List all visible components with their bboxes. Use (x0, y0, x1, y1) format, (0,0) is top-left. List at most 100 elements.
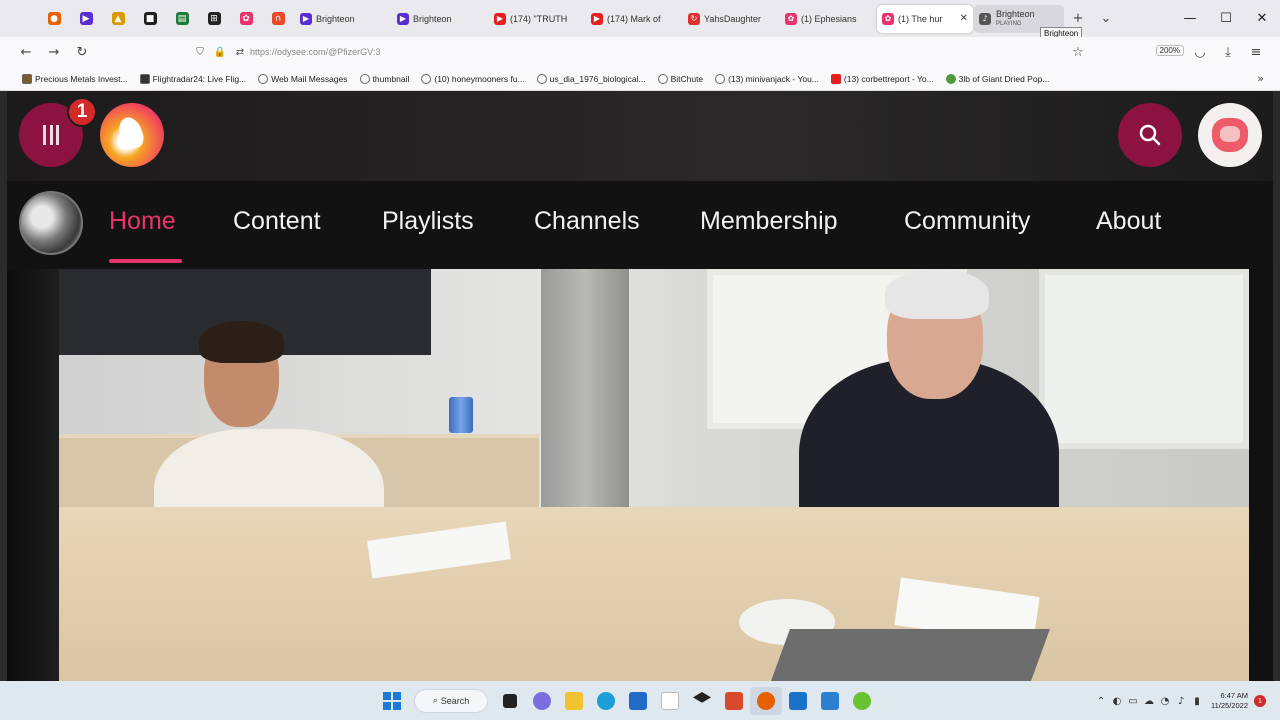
bookmark-item[interactable]: Precious Metals Invest... (22, 73, 128, 84)
odysee-logo[interactable] (100, 103, 164, 167)
tray-app-icon[interactable]: ◐ (1109, 696, 1125, 707)
video-player[interactable] (59, 269, 1249, 681)
pinned-tab-rumble[interactable]: ∩ (262, 4, 294, 34)
bookmark-item[interactable]: BitChute (657, 73, 703, 84)
url-text[interactable]: https://odysee.com/@PfizerGV:3 (250, 47, 380, 57)
reload-button[interactable]: ↻ (68, 45, 96, 60)
minimize-button[interactable]: — (1172, 11, 1208, 26)
keyboard-icon[interactable]: ▭ (1125, 696, 1141, 707)
tab-content[interactable]: Content (233, 207, 321, 236)
pocket-icon[interactable]: ◡ (1186, 45, 1214, 60)
store-button[interactable] (622, 687, 654, 715)
pinned-tab-app[interactable]: ■ (134, 4, 166, 34)
mail-button[interactable] (782, 687, 814, 715)
tab-label: (1) Ephesians (801, 13, 857, 24)
lock-icon[interactable]: 🔒 (210, 47, 230, 58)
editor-button[interactable] (814, 687, 846, 715)
tab-home[interactable]: Home (109, 207, 176, 236)
bookmark-item[interactable]: (13) corbettreport - Yo... (830, 73, 934, 84)
downloads-icon[interactable]: ⤓ (1214, 45, 1242, 60)
firefox-icon (757, 692, 775, 710)
wifi-icon[interactable]: ◔ (1157, 696, 1173, 707)
clock-time: 6:47 AM (1220, 691, 1248, 700)
chevron-up-icon[interactable]: ⌃ (1093, 696, 1109, 707)
tab-youtube-mark[interactable]: ▶ (174) Mark of (586, 5, 682, 33)
permissions-icon[interactable]: ⇄ (230, 47, 250, 58)
bookmark-item[interactable]: us_dia_1976_biological... (536, 73, 646, 84)
windows-icon (383, 692, 401, 710)
globe-icon (657, 73, 668, 84)
pinned-tab-grid[interactable]: ⊞ (198, 4, 230, 34)
pinned-tab-odysee[interactable]: ✿ (230, 4, 262, 34)
close-tab-icon[interactable]: ✕ (960, 13, 968, 24)
maximize-button[interactable]: ☐ (1208, 11, 1244, 26)
dropbox-button[interactable] (686, 687, 718, 715)
bookmarks-overflow-icon[interactable]: » (1257, 72, 1264, 85)
video-scene-person-hair (199, 321, 284, 363)
notification-badge[interactable]: 1 (67, 97, 97, 127)
file-explorer-button[interactable] (558, 687, 590, 715)
zoom-level[interactable]: 200% (1155, 45, 1184, 56)
url-bar[interactable]: ⛉ 🔒 ⇄ https://odysee.com/@PfizerGV:3 (190, 40, 1090, 64)
s-app-button[interactable] (718, 687, 750, 715)
store-icon (629, 692, 647, 710)
bookmark-label: (10) honeymooners fu... (434, 73, 525, 84)
menu-icon[interactable]: ≡ (1242, 45, 1270, 60)
channel-thumbnail[interactable] (19, 191, 83, 255)
tab-channels[interactable]: Channels (534, 207, 640, 236)
shield-icon[interactable]: ⛉ (190, 47, 210, 58)
bookmark-item[interactable]: 3lb of Giant Dried Pop... (945, 73, 1049, 84)
clock[interactable]: 6:47 AM 11/25/2022 (1211, 691, 1248, 711)
taskbar-search[interactable]: ⌕ Search (414, 689, 488, 713)
pinned-tab-brighteon[interactable]: ▶ (70, 4, 102, 34)
odysee-icon: ✿ (239, 12, 253, 25)
user-avatar[interactable] (1198, 103, 1262, 167)
tab-youtube-truth[interactable]: ▶ (174) "TRUTH (489, 5, 585, 33)
pinned-tab-bitwarden[interactable]: ▲ (102, 4, 134, 34)
pinned-tab-firefox[interactable]: ● (38, 4, 70, 34)
tab-list-button[interactable]: ⌄ (1092, 11, 1120, 26)
tab-brighteon-2[interactable]: ▶ Brighteon (392, 5, 488, 33)
bookmark-item[interactable]: Flightradar24: Live Flig... (139, 73, 247, 84)
leaf-icon (945, 73, 956, 84)
bookmark-favicon-icon (139, 73, 150, 84)
bookmark-item[interactable]: thumbnail (359, 73, 409, 84)
search-button[interactable] (1118, 103, 1182, 167)
browser-tab-strip: ● ▶ ▲ ■ ▤ ⊞ ✿ ∩ ▶ Brighteon ▶ Brighteon ▶ (… (0, 0, 1280, 37)
close-window-button[interactable]: ✕ (1244, 11, 1280, 26)
pinned-tab-sheet[interactable]: ▤ (166, 4, 198, 34)
chat-button[interactable] (526, 687, 558, 715)
spaceman-icon (1212, 118, 1248, 152)
forward-button[interactable]: → (40, 45, 68, 60)
bookmark-item[interactable]: (10) honeymooners fu... (421, 73, 525, 84)
bookmark-item[interactable]: Web Mail Messages (258, 73, 348, 84)
tab-playlists[interactable]: Playlists (382, 207, 474, 236)
notification-count-badge[interactable]: 1 (1254, 695, 1266, 707)
speaker-icon[interactable]: ♪ (1173, 696, 1189, 707)
green-app-button[interactable] (846, 687, 878, 715)
app-button[interactable] (654, 687, 686, 715)
tab-label: Brighteon (413, 13, 452, 24)
new-tab-button[interactable]: + (1064, 11, 1092, 26)
tab-membership[interactable]: Membership (700, 207, 838, 236)
tab-ephesians[interactable]: ✿ (1) Ephesians (780, 5, 876, 33)
firefox-button[interactable] (750, 687, 782, 715)
tab-brighteon-1[interactable]: ▶ Brighteon (295, 5, 391, 33)
edge-button[interactable] (590, 687, 622, 715)
start-button[interactable] (376, 687, 408, 715)
bookmark-item[interactable]: (13) minivanjack - You... (715, 73, 819, 84)
dropbox-icon (693, 692, 711, 703)
bookmark-label: Flightradar24: Live Flig... (152, 73, 247, 84)
battery-icon[interactable]: ▮ (1189, 696, 1205, 707)
tab-yahsdaughter[interactable]: ↻ YahsDaughter (683, 5, 779, 33)
bookmark-star-icon[interactable]: ☆ (1064, 45, 1092, 60)
cloud-icon[interactable]: ☁ (1141, 696, 1157, 707)
site-header: 1 (7, 91, 1273, 181)
tab-about[interactable]: About (1096, 207, 1161, 236)
task-view-button[interactable] (494, 687, 526, 715)
back-button[interactable]: ← (12, 45, 40, 60)
tab-community[interactable]: Community (904, 207, 1030, 236)
tab-label: (1) The hur (898, 13, 943, 24)
tab-active-odysee[interactable]: ✿ (1) The hur ✕ (877, 4, 973, 33)
globe-icon (536, 73, 547, 84)
